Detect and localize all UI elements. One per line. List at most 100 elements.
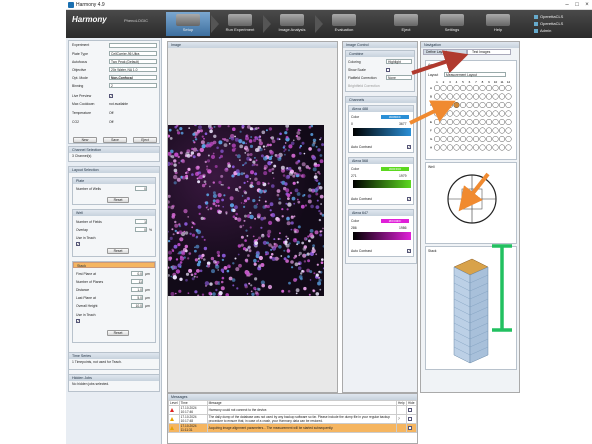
flatfield-select[interactable]: None [386,75,412,80]
plate-well[interactable] [447,127,454,134]
layout-selection-header[interactable]: Layout Selection [69,167,159,173]
plate-well[interactable] [479,84,486,91]
plate-well[interactable] [440,110,447,117]
plate-well[interactable] [492,110,499,117]
plate-well[interactable] [447,110,454,117]
hide-checkbox[interactable] [408,407,412,412]
plate-well[interactable] [486,84,493,91]
plate-well[interactable] [433,84,440,91]
plate-well-selected[interactable] [453,102,460,109]
plate-reset-button[interactable]: Reset [107,197,129,203]
plate-well[interactable] [498,110,505,117]
plate-well[interactable] [447,93,454,100]
plate-well[interactable] [466,144,473,151]
message-hide[interactable] [406,423,417,433]
plate-well[interactable] [473,84,480,91]
experiment-field[interactable] [109,43,157,48]
microscopy-image[interactable] [168,125,324,296]
plate-map[interactable]: 1 2 3 4 5 6 7 8 9 10 11 12ABCDEFGH [428,79,516,157]
plate-well[interactable] [492,93,499,100]
plate-well[interactable] [466,84,473,91]
plate-well[interactable] [440,84,447,91]
plate-well[interactable] [447,136,454,143]
nav-run-experiment[interactable]: Run Experiment [218,12,262,36]
plate-well[interactable] [479,102,486,109]
plate-well[interactable] [433,119,440,126]
plate-well[interactable] [486,119,493,126]
plate-well[interactable] [498,136,505,143]
plate-well[interactable] [466,93,473,100]
stack-3d-view[interactable] [440,255,498,367]
first-plane-field[interactable]: 0.0 [131,271,143,276]
message-hide[interactable] [406,405,417,415]
plate-well[interactable] [505,144,512,151]
plate-well[interactable] [486,136,493,143]
plate-well[interactable] [460,110,467,117]
plate-well[interactable] [453,127,460,134]
plate-well[interactable] [505,136,512,143]
plate-well[interactable] [505,93,512,100]
plate-well[interactable] [498,93,505,100]
plate-well[interactable] [440,136,447,143]
plate-well[interactable] [453,93,460,100]
hide-checkbox[interactable] [408,416,412,421]
help-icon[interactable]: ? [398,417,400,421]
plate-well[interactable] [453,144,460,151]
save-button[interactable]: Save [103,137,127,143]
maximize-icon[interactable]: □ [572,1,582,9]
objective-select[interactable]: 20x Water, NA 1.0 [109,67,157,72]
message-hide[interactable] [406,414,417,424]
plate-well[interactable] [460,102,467,109]
plate-well[interactable] [505,119,512,126]
coloring-select[interactable]: Highlight [386,59,412,64]
plate-well[interactable] [440,102,447,109]
plate-well[interactable] [440,93,447,100]
plate-well[interactable] [460,119,467,126]
plate-well[interactable] [492,84,499,91]
last-plane-field[interactable]: 5.0 [131,295,143,300]
plate-well[interactable] [486,93,493,100]
channel-color-swatch[interactable]: #00FF00 [381,167,409,171]
user-item-2[interactable]: OperettaCLS [534,21,563,26]
message-row[interactable]: 17.10.2024 10:17:46 Harmony could not co… [168,405,417,415]
plate-well[interactable] [486,127,493,134]
plate-well[interactable] [486,144,493,151]
plate-well[interactable] [466,127,473,134]
plate-type-select[interactable]: CellCarrier-96 Ultra [109,51,157,56]
plate-well[interactable] [473,110,480,117]
plate-well[interactable] [440,144,447,151]
overlap-field[interactable]: 0 [135,227,147,232]
plate-well[interactable] [505,84,512,91]
channel-contrast-slider[interactable] [353,180,411,188]
overall-height-field[interactable]: 10.0 [131,303,143,308]
plate-well[interactable] [492,136,499,143]
plate-well[interactable] [479,136,486,143]
plate-well[interactable] [479,127,486,134]
autofocus-select[interactable]: Two Peak (Default) [109,59,157,64]
plate-well[interactable] [433,102,440,109]
plate-well[interactable] [460,127,467,134]
plate-well[interactable] [453,136,460,143]
plate-well[interactable] [479,93,486,100]
show-scale-checkbox[interactable] [386,68,390,72]
nav-settings[interactable]: Settings [430,12,474,36]
plate-well[interactable] [440,127,447,134]
plate-well[interactable] [479,110,486,117]
plate-well[interactable] [460,84,467,91]
plate-well[interactable] [453,110,460,117]
auto-contrast-checkbox[interactable]: ✓ [407,249,411,253]
hide-checkbox[interactable] [408,425,412,430]
plate-well[interactable] [460,144,467,151]
nav-eject[interactable]: Eject [384,12,428,36]
plate-well[interactable] [498,144,505,151]
close-icon[interactable]: × [582,1,592,9]
stack-reset-button[interactable]: Reset [107,330,129,336]
well-map[interactable] [446,173,498,225]
nav-image-analysis[interactable]: Image Analysis [270,12,314,36]
well-reset-button[interactable]: Reset [107,248,129,254]
plate-well[interactable] [498,127,505,134]
plate-well[interactable] [466,110,473,117]
message-help[interactable]: ? [396,414,407,424]
tab-test-images[interactable]: Test Images [467,49,511,55]
plate-well[interactable] [473,144,480,151]
